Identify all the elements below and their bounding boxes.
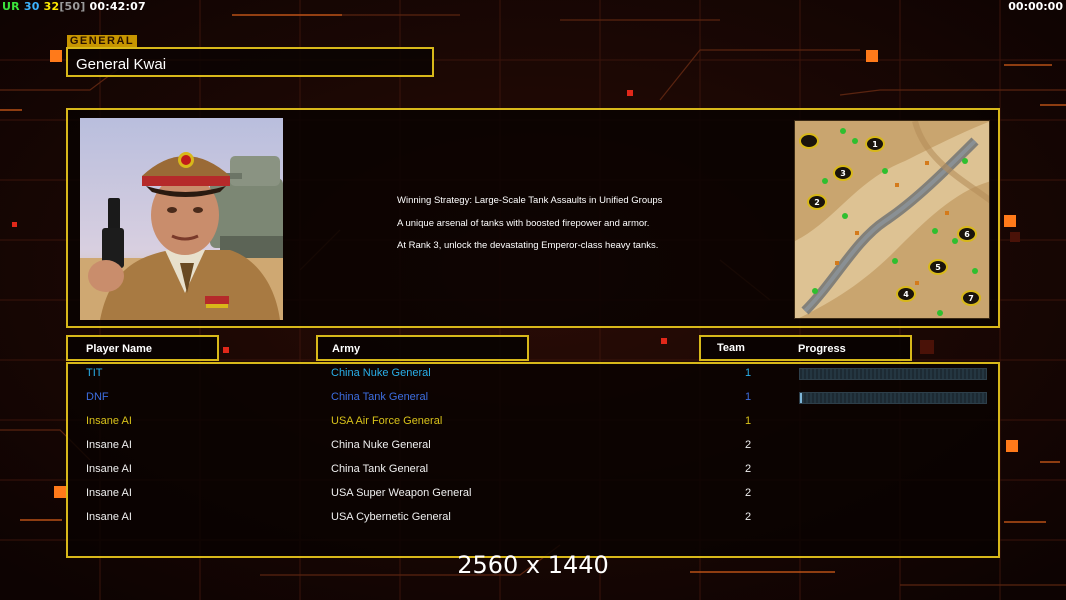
progress-bar	[799, 368, 987, 380]
player-army[interactable]: USA Super Weapon General	[331, 487, 471, 499]
strategy-line: Winning Strategy: Large-Scale Tank Assau…	[397, 195, 663, 206]
general-portrait-image	[80, 118, 283, 320]
map-start-4: 4	[903, 290, 909, 299]
table-row[interactable]: Insane AI China Tank General 2	[0, 463, 1066, 487]
table-row[interactable]: Insane AI USA Cybernetic General 2	[0, 511, 1066, 535]
player-team[interactable]: 2	[745, 511, 751, 523]
map-start-5: 5	[935, 263, 941, 272]
player-army[interactable]: China Tank General	[331, 391, 428, 403]
player-team[interactable]: 1	[745, 367, 751, 379]
player-team[interactable]: 2	[745, 487, 751, 499]
strategy-line: A unique arsenal of tanks with boosted f…	[397, 217, 650, 229]
strategy-line: At Rank 3, unlock the devastating Empero…	[397, 240, 659, 251]
hud-timer: 00:00:00	[1008, 0, 1063, 13]
hud-stats: UR 30 32[50] 00:42:07	[2, 0, 146, 13]
hud-ur: UR	[2, 0, 20, 13]
army-header[interactable]: Army	[316, 335, 529, 361]
table-row[interactable]: DNF China Tank General 1	[0, 391, 1066, 415]
resolution-label: 2560 x 1440	[457, 551, 609, 579]
army-header-label: Army	[332, 343, 361, 355]
player-name: Insane AI	[86, 463, 132, 475]
progress-header-label: Progress	[798, 343, 846, 355]
player-name: Insane AI	[86, 511, 132, 523]
player-name: Insane AI	[86, 439, 132, 451]
player-army[interactable]: China Nuke General	[331, 439, 431, 451]
player-name: Insane AI	[86, 415, 132, 427]
progress-bar	[799, 392, 987, 404]
player-name: DNF	[86, 391, 109, 403]
general-section-label: GENERAL	[67, 35, 137, 47]
player-name: Insane AI	[86, 487, 132, 499]
player-name-header[interactable]: Player Name	[66, 335, 219, 361]
map-preview-image: 1 2 3 4 5 6 7	[794, 120, 990, 319]
table-row[interactable]: Insane AI USA Super Weapon General 2	[0, 487, 1066, 511]
player-team[interactable]: 1	[745, 415, 751, 427]
player-team[interactable]: 2	[745, 439, 751, 451]
player-army[interactable]: China Tank General	[331, 463, 428, 475]
map-start-3: 3	[840, 169, 846, 178]
map-start-1: 1	[872, 140, 878, 149]
team-progress-header: Team Progress	[699, 335, 912, 361]
player-team[interactable]: 2	[745, 463, 751, 475]
hud-clock: 00:42:07	[89, 0, 146, 13]
team-header-label[interactable]: Team	[717, 342, 745, 354]
hud-value-1: 30	[23, 0, 40, 13]
player-name: TIT	[86, 367, 103, 379]
general-name-box: General Kwai	[66, 47, 434, 77]
table-row[interactable]: Insane AI USA Air Force General 1	[0, 415, 1066, 439]
map-start-2: 2	[814, 198, 820, 207]
general-name: General Kwai	[76, 56, 167, 73]
hud-value-3: [50]	[59, 0, 86, 13]
strategy-text: Winning Strategy: Large-Scale Tank Assau…	[397, 190, 662, 258]
player-army[interactable]: USA Air Force General	[331, 415, 442, 427]
map-start-6: 6	[964, 230, 970, 239]
player-team[interactable]: 1	[745, 391, 751, 403]
player-army[interactable]: USA Cybernetic General	[331, 511, 451, 523]
player-army[interactable]: China Nuke General	[331, 367, 431, 379]
table-row[interactable]: Insane AI China Nuke General 2	[0, 439, 1066, 463]
map-start-7: 7	[968, 294, 974, 303]
progress-fill	[800, 393, 802, 403]
table-row[interactable]: TIT China Nuke General 1	[0, 367, 1066, 391]
hud-value-2: 32	[43, 0, 60, 13]
player-name-header-label: Player Name	[86, 343, 153, 355]
